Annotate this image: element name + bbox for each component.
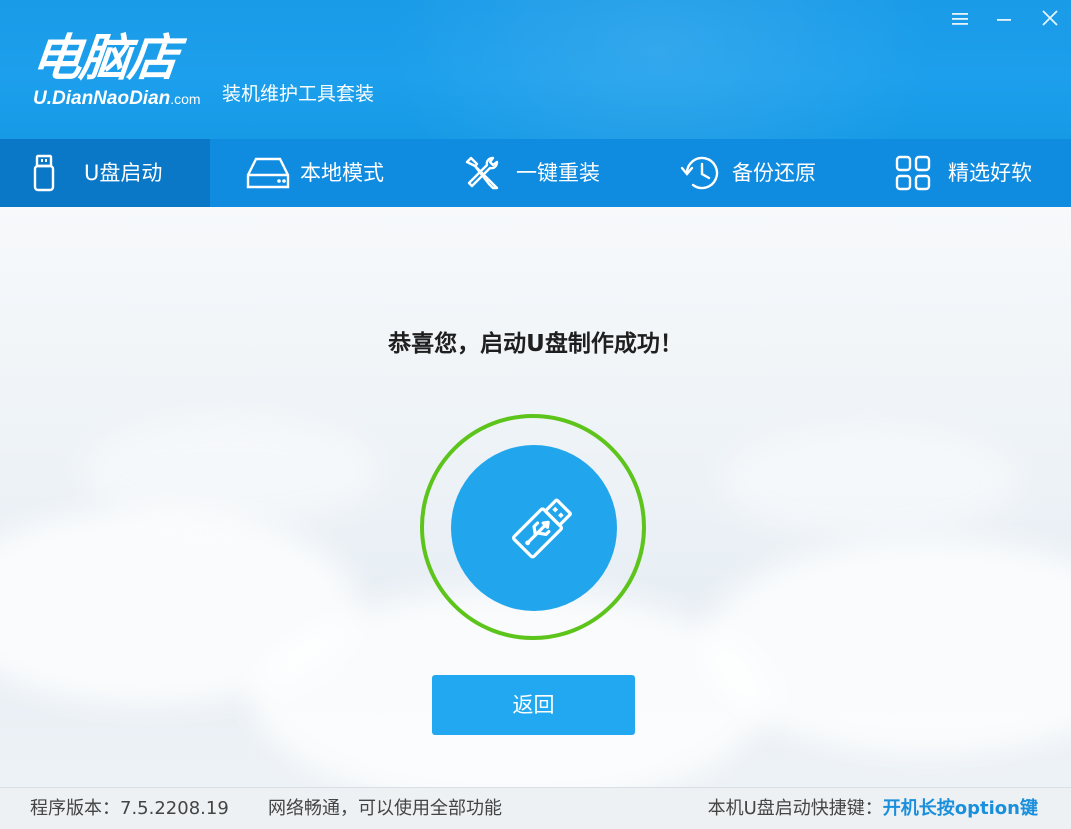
background-cloud — [80, 417, 380, 527]
hotkey-value[interactable]: 开机长按option键 — [883, 798, 1038, 819]
tab-local-mode[interactable]: 本地模式 — [246, 139, 426, 207]
tab-one-click-reinstall[interactable]: 一键重装 — [462, 139, 652, 207]
app-header: 电脑店 U.DianNaoDian.com 装机维护工具套装 — [0, 0, 1071, 139]
main-content: 恭喜您，启动U盘制作成功！ 返回 — [0, 207, 1071, 787]
menu-icon[interactable] — [946, 8, 974, 34]
logo-url-main: U.DianNaoDian — [33, 88, 171, 109]
tab-label: 精选好软 — [948, 161, 1032, 185]
version-text: 程序版本：7.5.2208.19 — [30, 798, 229, 819]
logo-url-domain: .com — [170, 91, 201, 107]
tools-icon — [462, 154, 502, 192]
tab-label: 备份还原 — [732, 161, 816, 185]
app-slogan: 装机维护工具套装 — [222, 83, 375, 105]
tab-label: 一键重装 — [516, 161, 600, 185]
close-icon[interactable] — [1036, 8, 1064, 34]
tab-backup-restore[interactable]: 备份还原 — [678, 139, 868, 207]
apps-grid-icon — [894, 155, 932, 191]
tab-usb-boot[interactable]: U盘启动 — [0, 139, 210, 207]
tab-label: U盘启动 — [84, 161, 163, 185]
hard-drive-icon — [246, 155, 290, 191]
hotkey-label: 本机U盘启动快捷键： — [707, 798, 883, 819]
success-message: 恭喜您，启动U盘制作成功！ — [388, 331, 683, 357]
logo-title: 电脑店 — [28, 29, 180, 87]
minimize-icon[interactable] — [990, 8, 1018, 34]
main-tab-bar: U盘启动 本地模式 一键重装 备份还原 精选好软 — [0, 139, 1071, 207]
status-bar: 程序版本：7.5.2208.19 网络畅通，可以使用全部功能 本机U盘启动快捷键… — [0, 787, 1071, 829]
tab-featured-software[interactable]: 精选好软 — [894, 139, 1071, 207]
network-status: 网络畅通，可以使用全部功能 — [268, 798, 502, 819]
background-cloud — [720, 427, 1020, 537]
boot-hotkey-info: 本机U盘启动快捷键：开机长按option键 — [708, 788, 1038, 829]
back-button[interactable]: 返回 — [432, 675, 635, 735]
usb-drive-icon — [30, 154, 60, 192]
restore-icon — [678, 154, 722, 192]
logo-url: U.DianNaoDian.com — [33, 88, 201, 110]
tab-label: 本地模式 — [300, 161, 384, 185]
usb-success-icon — [451, 445, 617, 611]
